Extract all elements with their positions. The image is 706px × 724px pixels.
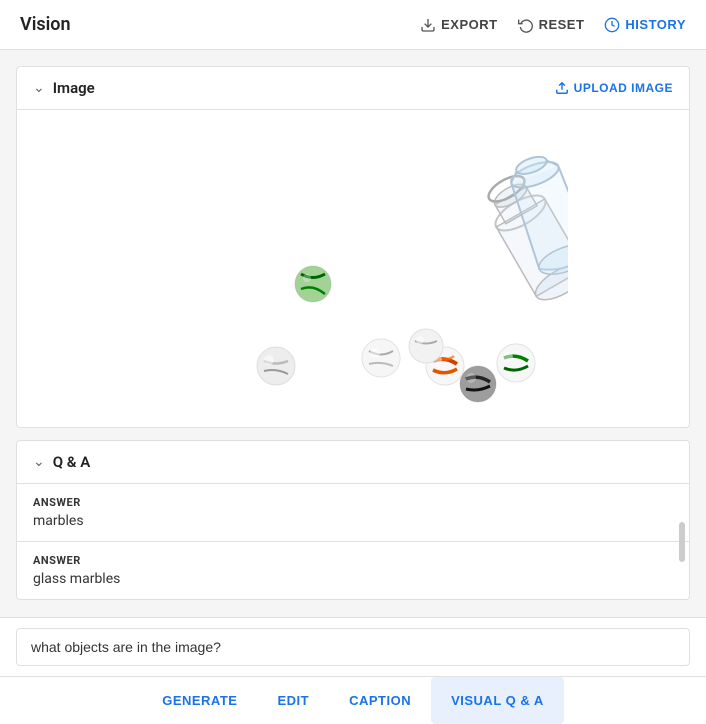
history-label: HISTORY [625,17,686,32]
history-icon [604,17,620,33]
scroll-indicator [679,522,685,562]
qa-panel: ⌄ Q & A ANSWER marbles ANSWER glass marb… [16,440,690,600]
tab-caption[interactable]: CAPTION [329,677,431,724]
export-button[interactable]: EXPORT [420,17,497,33]
answer-label-2: ANSWER [33,554,673,567]
bottom-input-area [0,617,706,676]
tab-visual-qa[interactable]: VISUAL Q & A [431,677,564,724]
image-panel-header: ⌄ Image UPLOAD IMAGE [17,67,689,110]
tab-edit[interactable]: EDIT [257,677,329,724]
qa-panel-header-left: ⌄ Q & A [33,453,90,471]
reset-button[interactable]: RESET [518,17,585,33]
answer-label-1: ANSWER [33,496,673,509]
qa-panel-body: ANSWER marbles ANSWER glass marbles [17,484,689,599]
bottom-tabs: GENERATE EDIT CAPTION VISUAL Q & A [0,676,706,724]
qa-panel-header: ⌄ Q & A [17,441,689,484]
image-area [17,110,689,427]
qa-answer-row-2: ANSWER glass marbles [17,542,689,599]
top-bar: Vision EXPORT RESET HISTORY [0,0,706,50]
app-title: Vision [20,14,71,35]
upload-label: UPLOAD IMAGE [574,81,673,95]
reset-icon [518,17,534,33]
marbles-image [138,126,568,411]
export-icon [420,17,436,33]
image-collapse-icon[interactable]: ⌄ [33,80,45,96]
qa-collapse-icon[interactable]: ⌄ [33,454,45,470]
answer-text-1: marbles [33,513,673,529]
main-content: ⌄ Image UPLOAD IMAGE [0,50,706,710]
upload-image-button[interactable]: UPLOAD IMAGE [555,81,673,95]
question-input[interactable] [16,628,690,666]
qa-panel-title: Q & A [53,453,91,471]
history-button[interactable]: HISTORY [604,17,686,33]
top-actions: EXPORT RESET HISTORY [420,17,686,33]
answer-text-2: glass marbles [33,571,673,587]
image-panel-title: Image [53,79,95,97]
export-label: EXPORT [441,17,497,32]
upload-icon [555,81,569,95]
image-panel-header-left: ⌄ Image [33,79,95,97]
image-panel: ⌄ Image UPLOAD IMAGE [16,66,690,428]
tab-generate[interactable]: GENERATE [142,677,257,724]
reset-label: RESET [539,17,585,32]
qa-answer-row: ANSWER marbles [17,484,689,542]
